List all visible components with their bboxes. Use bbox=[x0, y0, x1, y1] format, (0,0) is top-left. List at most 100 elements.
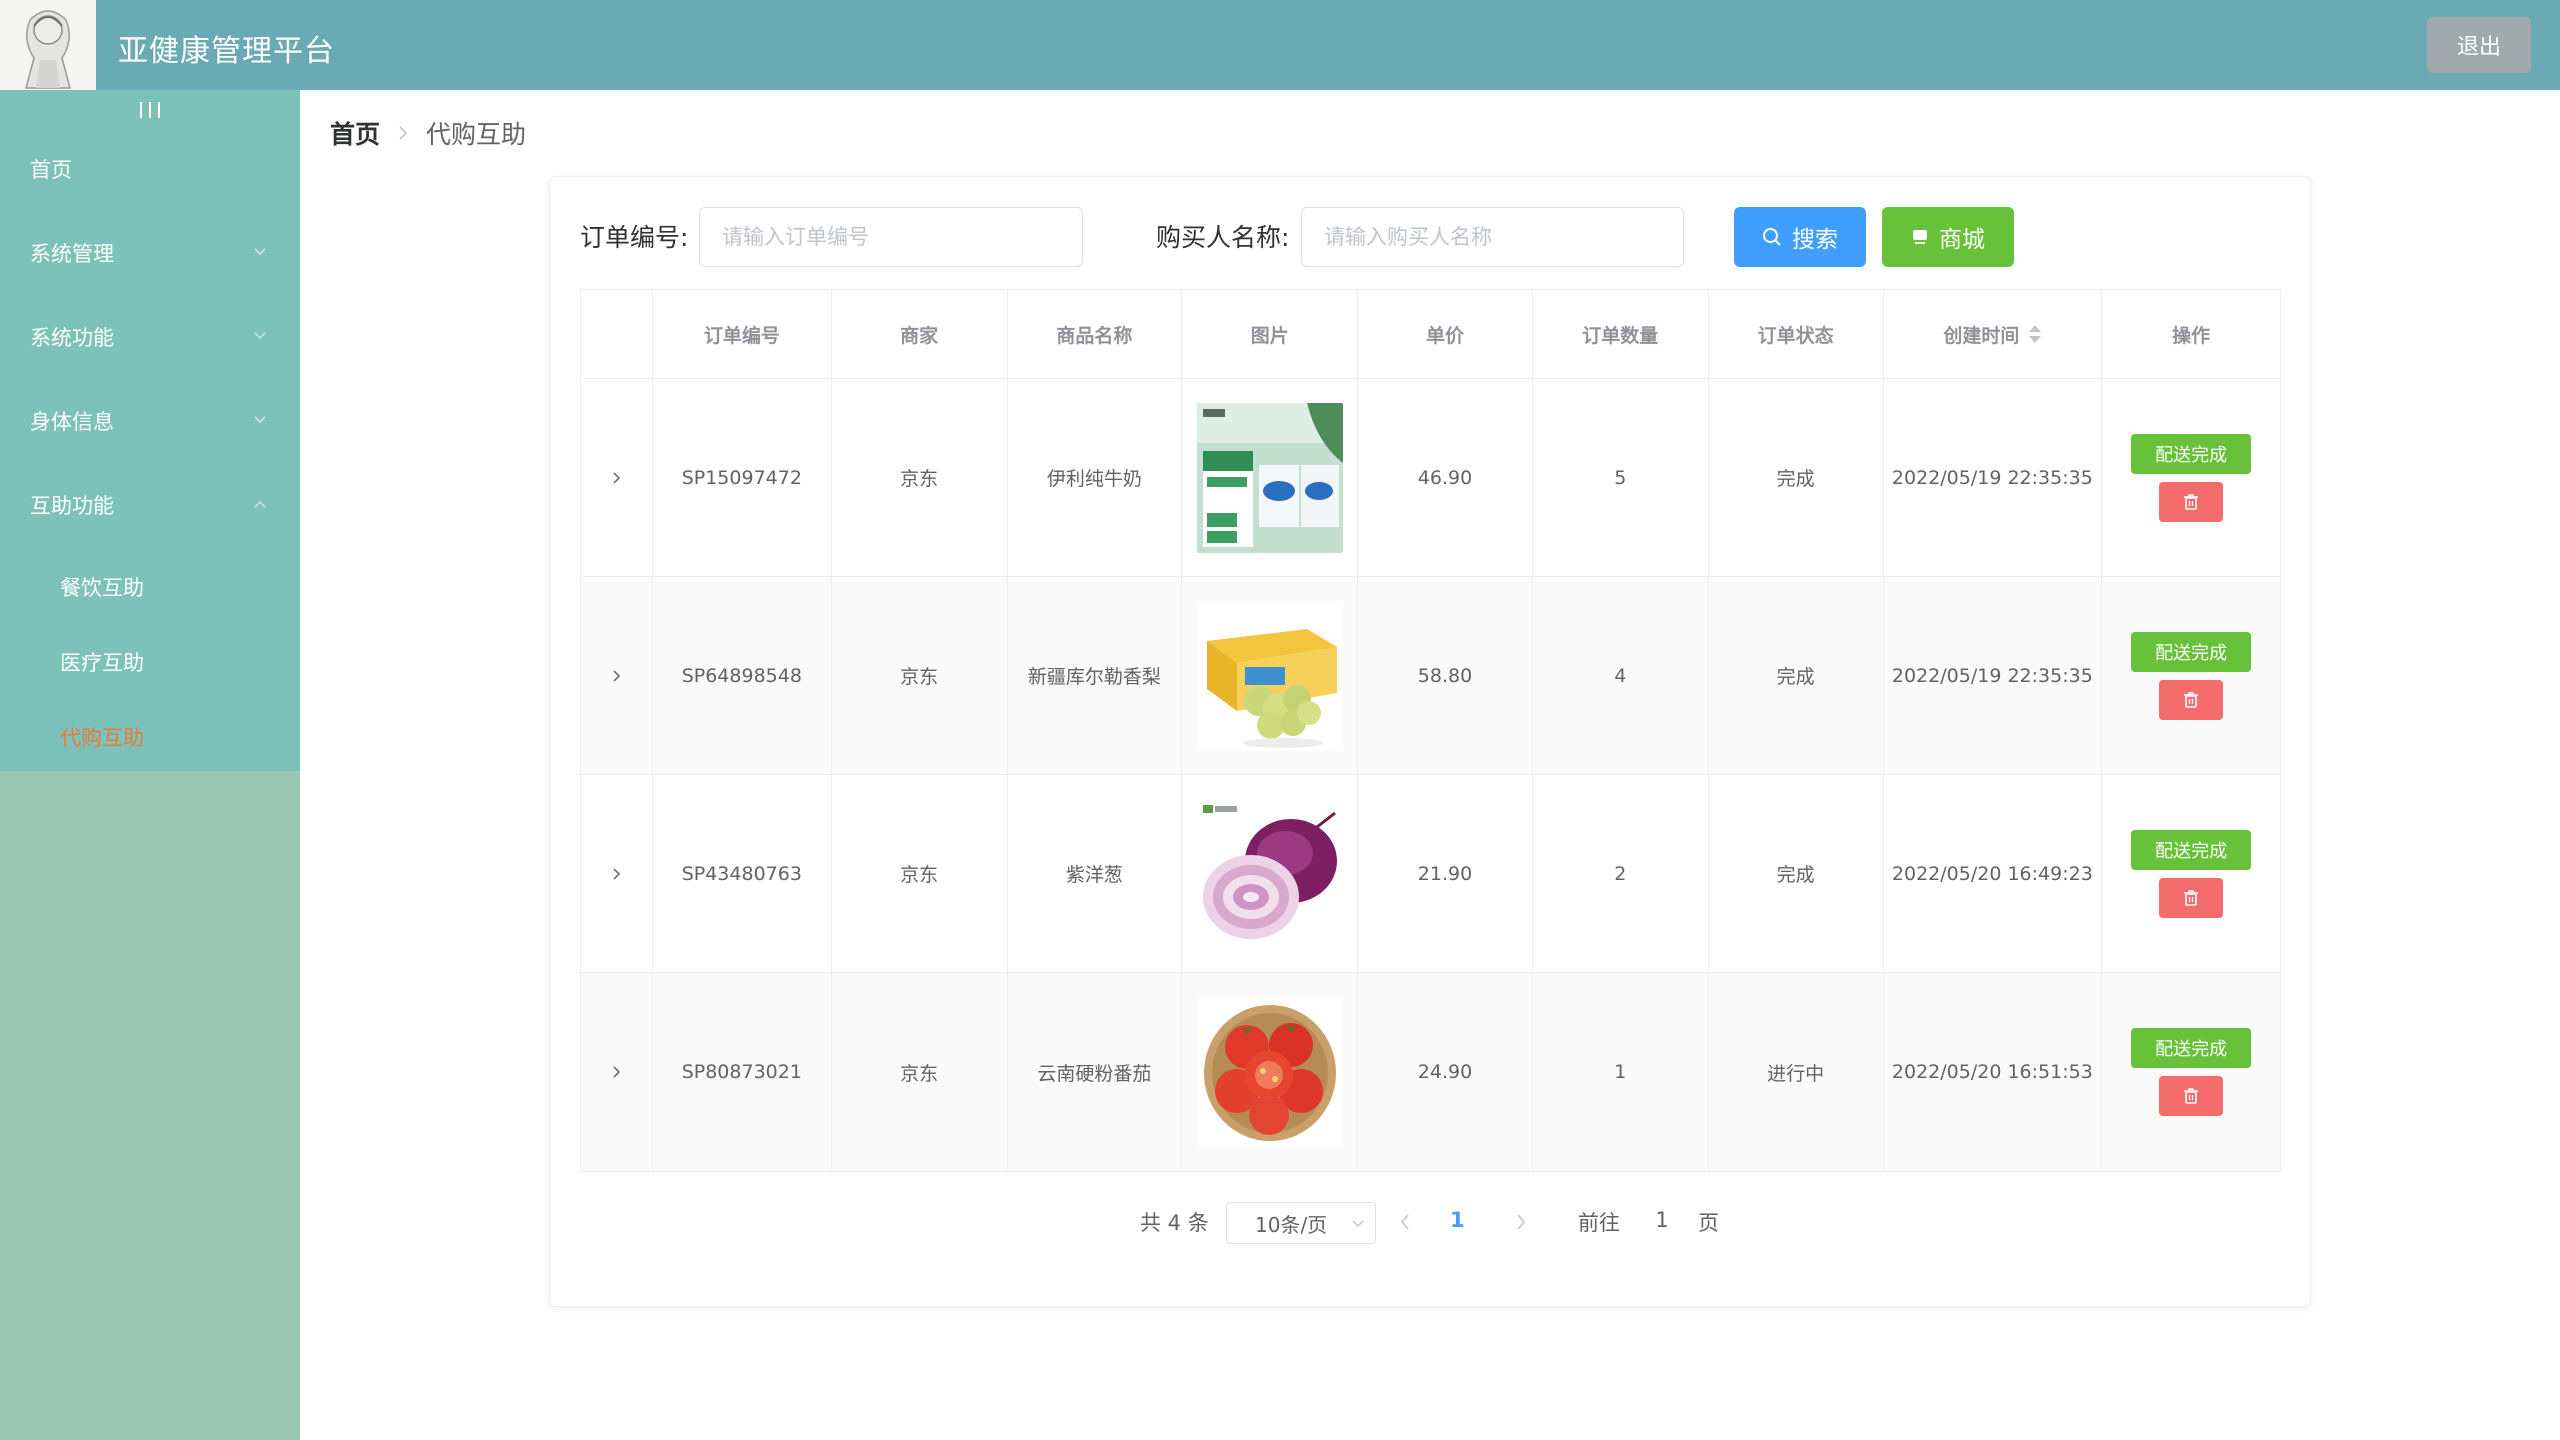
trash-icon bbox=[2184, 889, 2199, 906]
deliver-complete-button[interactable]: 配送完成 bbox=[2131, 829, 2252, 870]
image-cell bbox=[1182, 973, 1359, 1171]
image-cell bbox=[1182, 379, 1359, 576]
chevron-right-icon[interactable] bbox=[609, 471, 623, 485]
chevron-down-icon bbox=[1352, 1220, 1364, 1228]
buyer-name-input[interactable] bbox=[1301, 207, 1684, 267]
sidebar: 首页 系统管理 系统功能 身体信息 互助功能 餐饮互助 医疗互助 代购互助 bbox=[0, 90, 300, 1440]
milk-box-image bbox=[1196, 402, 1343, 553]
goto-page-input[interactable]: 1 bbox=[1640, 1208, 1684, 1232]
breadcrumb-home[interactable]: 首页 bbox=[330, 115, 380, 151]
page-size-select[interactable]: 10条/页 bbox=[1226, 1202, 1376, 1244]
sidebar-subitem-dining-aid[interactable]: 餐饮互助 bbox=[0, 557, 300, 617]
trash-icon bbox=[2184, 493, 2199, 510]
sidebar-item-body-info[interactable]: 身体信息 bbox=[0, 391, 300, 451]
sidebar-subitem-label: 医疗互助 bbox=[60, 651, 144, 675]
column-header: 订单编号 bbox=[653, 290, 832, 378]
table-row: SP15097472 京东 伊利纯牛奶 46.90 5 完成 2022/05/1… bbox=[581, 379, 2280, 577]
chevron-right-icon[interactable] bbox=[609, 669, 623, 683]
chevron-down-icon bbox=[254, 332, 266, 340]
trash-icon bbox=[2184, 1088, 2199, 1104]
mall-button[interactable]: 商城 bbox=[1882, 207, 2014, 267]
sidebar-item-mutual-aid[interactable]: 互助功能 bbox=[0, 475, 300, 535]
sidebar-subitem-purchase-aid[interactable]: 代购互助 bbox=[0, 707, 300, 767]
merchant-cell: 京东 bbox=[832, 577, 1008, 774]
price-cell: 46.90 bbox=[1358, 379, 1533, 576]
page-size-value: 10条/页 bbox=[1255, 1212, 1328, 1237]
column-header: 商家 bbox=[832, 290, 1008, 378]
expand-column-header bbox=[581, 290, 653, 378]
image-cell bbox=[1182, 577, 1359, 774]
actions-cell: 配送完成 bbox=[2102, 577, 2280, 774]
deliver-complete-button[interactable]: 配送完成 bbox=[2131, 433, 2252, 474]
price-cell: 58.80 bbox=[1358, 577, 1533, 774]
delete-button[interactable] bbox=[2159, 1076, 2224, 1116]
table-row: SP80873021 京东 云南硬粉番茄 24.90 1 进行中 2022/05… bbox=[581, 973, 2280, 1171]
tomatoes-basket-image bbox=[1196, 997, 1343, 1147]
sidebar-item-label: 身体信息 bbox=[30, 410, 114, 434]
quantity-cell: 5 bbox=[1533, 379, 1709, 576]
app-title: 亚健康管理平台 bbox=[118, 34, 335, 69]
search-button-label: 搜索 bbox=[1792, 227, 1838, 253]
product-name-cell: 新疆库尔勒香梨 bbox=[1008, 577, 1183, 774]
current-page-number[interactable]: 1 bbox=[1450, 1208, 1465, 1232]
sidebar-item-system-management[interactable]: 系统管理 bbox=[0, 223, 300, 283]
deliver-complete-button[interactable]: 配送完成 bbox=[2131, 1028, 2252, 1068]
deliver-complete-button[interactable]: 配送完成 bbox=[2131, 631, 2252, 672]
quantity-cell: 2 bbox=[1533, 775, 1709, 972]
logout-button[interactable]: 退出 bbox=[2427, 17, 2531, 73]
sidebar-item-system-functions[interactable]: 系统功能 bbox=[0, 307, 300, 367]
collapse-menu-icon[interactable] bbox=[140, 98, 160, 122]
sidebar-subitem-medical-aid[interactable]: 医疗互助 bbox=[0, 632, 300, 692]
expand-cell[interactable] bbox=[581, 775, 653, 972]
status-cell: 完成 bbox=[1709, 577, 1884, 774]
column-header-label: 创建时间 bbox=[1943, 324, 2020, 347]
pears-box-image bbox=[1196, 600, 1343, 751]
merchant-cell: 京东 bbox=[832, 973, 1008, 1171]
order-no-cell: SP80873021 bbox=[653, 973, 832, 1171]
actions-cell: 配送完成 bbox=[2102, 379, 2280, 576]
sidebar-menu: 首页 系统管理 系统功能 身体信息 互助功能 餐饮互助 医疗互助 代购互助 bbox=[0, 90, 300, 771]
delete-button[interactable] bbox=[2159, 481, 2224, 522]
buyer-name-label: 购买人名称: bbox=[1156, 223, 1290, 252]
product-name-cell: 伊利纯牛奶 bbox=[1008, 379, 1183, 576]
delete-button[interactable] bbox=[2159, 877, 2224, 918]
column-header: 单价 bbox=[1358, 290, 1533, 378]
created-time-cell: 2022/05/19 22:35:35 bbox=[1884, 379, 2103, 576]
chevron-right-icon[interactable] bbox=[609, 1065, 623, 1079]
delete-button[interactable] bbox=[2159, 679, 2224, 720]
quantity-cell: 1 bbox=[1533, 973, 1709, 1171]
actions-cell: 配送完成 bbox=[2102, 973, 2280, 1171]
next-page-icon[interactable] bbox=[1514, 1212, 1528, 1232]
goto-suffix: 页 bbox=[1698, 1211, 1719, 1235]
sidebar-subitem-label: 代购互助 bbox=[60, 726, 144, 750]
order-no-label: 订单编号: bbox=[580, 223, 689, 252]
expand-cell[interactable] bbox=[581, 577, 653, 774]
status-cell: 完成 bbox=[1709, 775, 1884, 972]
chevron-up-icon bbox=[254, 500, 266, 508]
avatar bbox=[0, 0, 96, 90]
column-header: 图片 bbox=[1182, 290, 1359, 378]
order-no-cell: SP15097472 bbox=[653, 379, 832, 576]
sort-icon[interactable] bbox=[2029, 325, 2042, 343]
sidebar-item-home[interactable]: 首页 bbox=[0, 139, 300, 199]
merchant-cell: 京东 bbox=[832, 379, 1008, 576]
chevron-right-icon bbox=[399, 126, 408, 140]
column-header-created[interactable]: 创建时间 bbox=[1884, 290, 2103, 378]
status-cell: 完成 bbox=[1709, 379, 1884, 576]
merchant-cell: 京东 bbox=[832, 775, 1008, 972]
orders-table: 订单编号 商家 商品名称 图片 单价 订单数量 订单状态 创建时间 操作 SP1… bbox=[580, 289, 2281, 1172]
sidebar-item-label: 系统功能 bbox=[30, 326, 114, 350]
top-header: 亚健康管理平台 退出 bbox=[0, 0, 2560, 90]
breadcrumb: 首页 代购互助 bbox=[330, 116, 526, 150]
sidebar-subitem-label: 餐饮互助 bbox=[60, 576, 144, 600]
expand-cell[interactable] bbox=[581, 973, 653, 1171]
order-no-input[interactable] bbox=[699, 207, 1083, 267]
search-button[interactable]: 搜索 bbox=[1734, 207, 1866, 267]
chevron-right-icon[interactable] bbox=[609, 867, 623, 881]
created-time-cell: 2022/05/19 22:35:35 bbox=[1884, 577, 2103, 774]
created-time-cell: 2022/05/20 16:49:23 bbox=[1884, 775, 2103, 972]
prev-page-icon[interactable] bbox=[1398, 1212, 1412, 1232]
expand-cell[interactable] bbox=[581, 379, 653, 576]
column-header: 订单数量 bbox=[1533, 290, 1709, 378]
table-header-row: 订单编号 商家 商品名称 图片 单价 订单数量 订单状态 创建时间 操作 bbox=[581, 290, 2280, 379]
